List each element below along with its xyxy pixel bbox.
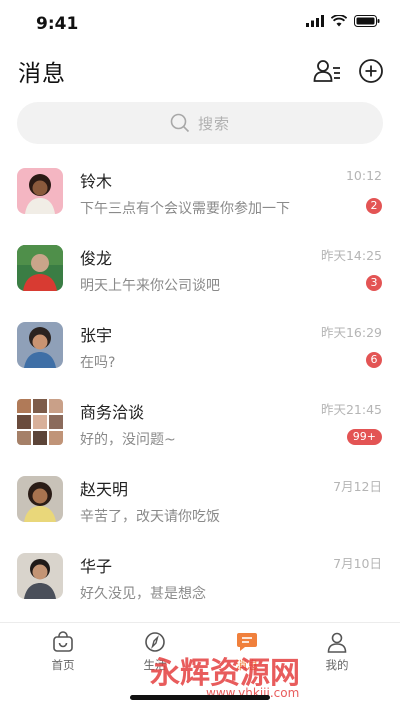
chat-item[interactable]: 俊龙 昨天14:25 明天上午来你公司谈吧 3	[0, 234, 400, 311]
chat-time: 7月10日	[333, 556, 382, 571]
unread-badge: 99+	[346, 429, 382, 445]
search-icon	[170, 113, 190, 133]
avatar	[17, 322, 63, 368]
bag-icon	[53, 631, 73, 652]
chat-preview: 下午三点有个会议需要你参加一下	[80, 201, 290, 217]
avatar	[17, 245, 63, 291]
avatar	[17, 476, 63, 522]
chat-time: 昨天14:25	[320, 248, 382, 263]
unread-badge: 2	[366, 198, 382, 214]
search-bar[interactable]: 搜索	[17, 102, 383, 144]
person-icon	[327, 632, 347, 653]
chat-preview: 好久没见，甚是想念	[80, 586, 206, 602]
chat-name: 商务洽谈	[80, 403, 145, 422]
avatar	[17, 168, 63, 214]
chat-time: 7月12日	[333, 479, 382, 494]
chat-item[interactable]: 商务洽谈 昨天21:45 好的，没问题~ 99+	[0, 388, 400, 465]
chat-item[interactable]: 赵天明 7月12日 辛苦了，改天请你吃饭	[0, 465, 400, 542]
page-title: 消息	[18, 61, 66, 87]
tab-profile[interactable]: 我的	[297, 631, 377, 673]
chat-name: 铃木	[80, 172, 113, 191]
chat-time: 昨天21:45	[320, 402, 382, 417]
chat-preview: 辛苦了，改天请你吃饭	[80, 509, 220, 525]
status-bar: 9:41	[0, 0, 400, 48]
add-button[interactable]	[356, 56, 386, 86]
chat-preview: 在吗?	[80, 355, 116, 371]
chat-list: 铃木 10:12 下午三点有个会议需要你参加一下 2 俊龙 昨天14:25 明天…	[0, 157, 400, 619]
signal-icon	[306, 15, 324, 27]
home-indicator	[130, 695, 270, 700]
chat-item[interactable]: 张宇 昨天16:29 在吗? 6	[0, 311, 400, 388]
battery-icon	[354, 15, 380, 27]
chat-name: 张宇	[80, 326, 113, 345]
unread-badge: 6	[366, 352, 382, 368]
status-icons	[306, 15, 380, 27]
chat-time: 昨天16:29	[320, 325, 382, 340]
unread-badge: 3	[366, 275, 382, 291]
group-avatar	[17, 399, 63, 445]
chat-time: 10:12	[345, 168, 382, 183]
avatar	[17, 553, 63, 599]
chat-item[interactable]: 铃木 10:12 下午三点有个会议需要你参加一下 2	[0, 157, 400, 234]
wifi-icon	[331, 15, 347, 27]
search-placeholder: 搜索	[197, 114, 230, 133]
chat-preview: 好的，没问题~	[80, 432, 176, 448]
contacts-icon	[313, 60, 340, 82]
chat-item[interactable]: 华子 7月10日 好久没见，甚是想念	[0, 542, 400, 619]
chat-name: 俊龙	[80, 249, 113, 268]
chat-name: 华子	[80, 557, 113, 576]
status-time: 9:41	[36, 14, 79, 34]
tab-label: 我的	[325, 658, 349, 672]
tab-home[interactable]: 首页	[23, 631, 103, 673]
chat-preview: 明天上午来你公司谈吧	[80, 278, 220, 294]
contacts-button[interactable]	[312, 56, 342, 86]
plus-circle-icon	[359, 59, 383, 83]
chat-name: 赵天明	[80, 480, 129, 499]
tab-label: 首页	[51, 658, 75, 672]
